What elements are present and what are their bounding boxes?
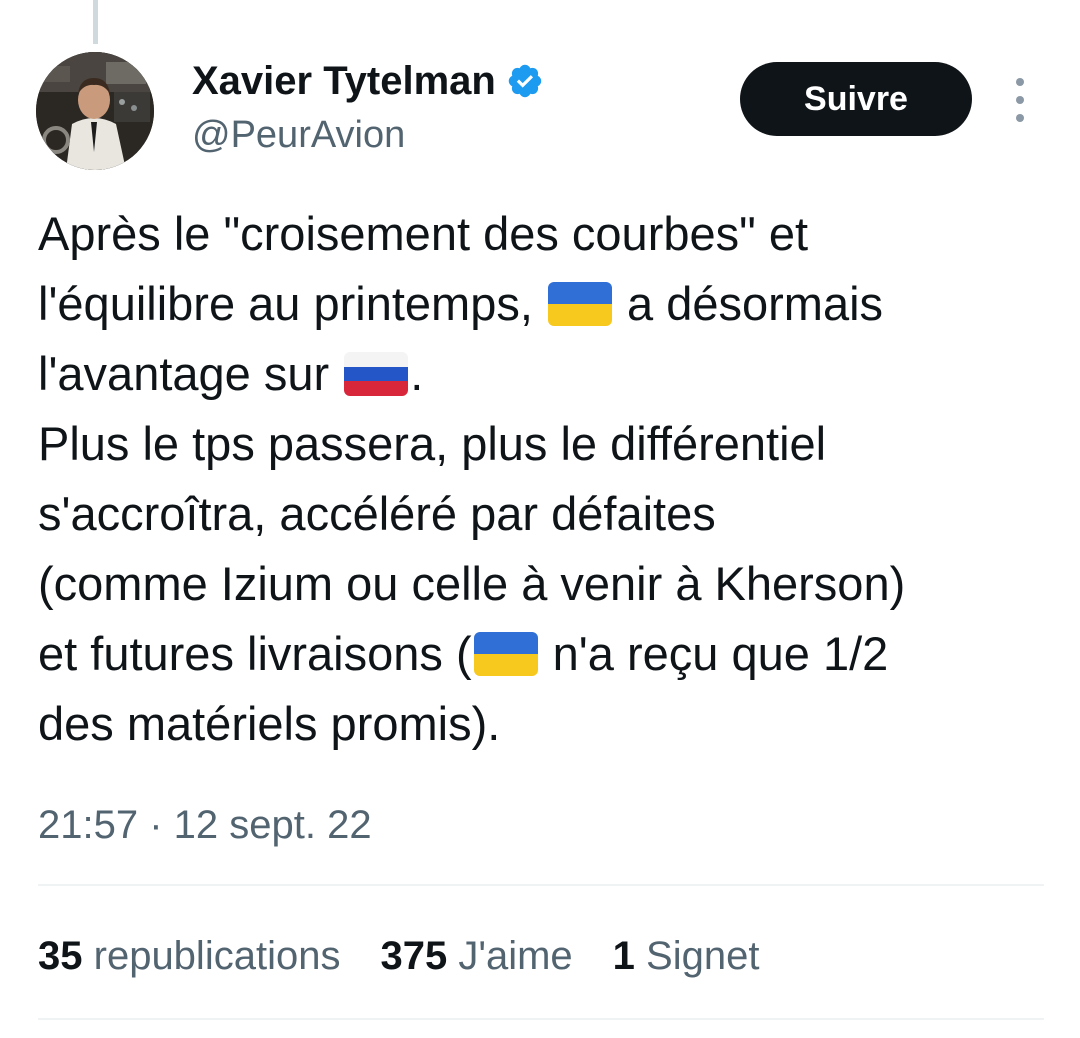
likes-stat[interactable]: 375 J'aime: [380, 930, 572, 982]
tweet-text-segment: s'accroîtra, accéléré par défaites: [38, 487, 716, 540]
thread-connector-line: [93, 0, 98, 44]
reposts-label: republications: [93, 934, 341, 978]
tweet-text-segment: l'équilibre au printemps,: [38, 277, 546, 330]
more-options-icon[interactable]: [1005, 78, 1035, 122]
tweet-text-segment: n'a reçu que 1/2: [539, 627, 889, 680]
divider: [38, 1018, 1044, 1020]
tweet-line: (comme Izium ou celle à venir à Kherson): [38, 549, 1048, 619]
tweet-text-segment: .: [410, 347, 424, 400]
bookmarks-label: Signet: [646, 934, 760, 978]
tweet-text-segment: l'avantage sur: [38, 347, 343, 400]
tweet-line: s'accroîtra, accéléré par défaites: [38, 479, 1048, 549]
engagement-stats: 35 republications 375 J'aime 1 Signet: [38, 930, 799, 982]
follow-button[interactable]: Suivre: [740, 62, 972, 136]
reposts-count: 35: [38, 934, 83, 978]
avatar[interactable]: [36, 52, 154, 170]
tweet-text-segment: et futures livraisons (: [38, 627, 472, 680]
tweet-text-segment: a désormais: [613, 277, 884, 330]
bookmarks-count: 1: [612, 934, 635, 978]
tweet-text: Après le "croisement des courbes" et l'é…: [38, 199, 1048, 759]
tweet-text-segment: Plus le tps passera, plus le différentie…: [38, 417, 827, 470]
author-display-name[interactable]: Xavier Tytelman: [192, 58, 496, 104]
tweet-text-segment: Après le "croisement des courbes" et: [38, 207, 809, 260]
likes-count: 375: [380, 934, 448, 978]
tweet-line: Après le "croisement des courbes" et: [38, 199, 1048, 269]
tweet-line: l'avantage sur .: [38, 339, 1048, 409]
tweet-line: Plus le tps passera, plus le différentie…: [38, 409, 1048, 479]
likes-label: J'aime: [458, 934, 573, 978]
tweet-line: et futures livraisons ( n'a reçu que 1/2: [38, 619, 1048, 689]
reposts-stat[interactable]: 35 republications: [38, 930, 340, 982]
tweet-text-segment: des matériels promis).: [38, 697, 501, 750]
ukraine-flag-icon: [473, 632, 538, 676]
divider: [38, 884, 1044, 886]
tweet-line: l'équilibre au printemps, a désormais: [38, 269, 1048, 339]
author-handle[interactable]: @PeurAvion: [192, 112, 405, 158]
verified-badge-icon[interactable]: [506, 62, 544, 100]
tweet-timestamp[interactable]: 21:57 · 12 sept. 22: [38, 800, 372, 850]
tweet-line: des matériels promis).: [38, 689, 1048, 759]
author-name-row[interactable]: Xavier Tytelman: [192, 58, 544, 104]
tweet-text-segment: (comme Izium ou celle à venir à Kherson): [38, 557, 906, 610]
ukraine-flag-icon: [547, 282, 612, 326]
bookmarks-stat[interactable]: 1 Signet: [613, 930, 760, 982]
russia-flag-icon: [344, 352, 409, 396]
